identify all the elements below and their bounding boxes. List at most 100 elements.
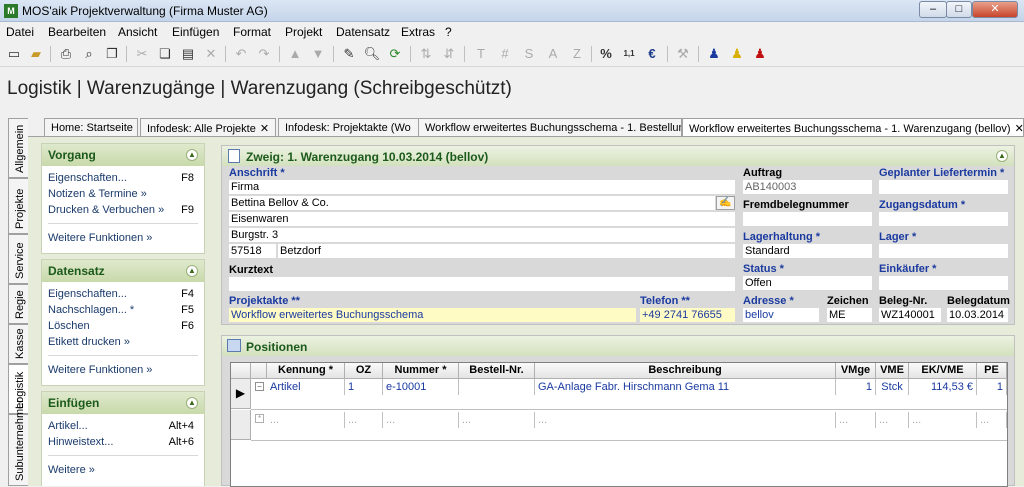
sidebar-item-notizen[interactable]: Notizen & Termine » <box>48 188 147 200</box>
user-yellow-icon[interactable]: ♟ <box>728 45 746 63</box>
sidebar-section-title[interactable]: Einfügen ▲ <box>42 392 204 414</box>
cell-nummer-placeholder[interactable]: ... <box>383 412 459 428</box>
tab-alle-projekte[interactable]: Infodesk: Alle Projekte ✕ <box>140 118 276 136</box>
cell-beschreibung-placeholder[interactable]: ... <box>535 412 836 428</box>
menu-projekt[interactable]: Projekt <box>285 25 322 39</box>
cell-vmge[interactable]: 1 <box>836 379 876 395</box>
column-header-bestellnr[interactable]: Bestell-Nr. <box>459 363 535 379</box>
projektakte-field[interactable]: Workflow erweitertes Buchungsschema <box>229 308 636 322</box>
column-header-ek[interactable]: EK/VME <box>909 363 977 379</box>
currency-icon[interactable]: € <box>643 45 661 63</box>
sidebar-item-hinweistext[interactable]: Hinweistext... <box>48 436 113 448</box>
copy-page-icon[interactable]: ❐ <box>103 45 121 63</box>
copy-icon[interactable]: ❏ <box>156 45 174 63</box>
sidebar-item-weitere[interactable]: Weitere » <box>48 464 95 476</box>
delete-icon[interactable]: ✕ <box>202 45 220 63</box>
sidebar-section-title[interactable]: Vorgang ▲ <box>42 144 204 166</box>
print-icon[interactable]: ⎙ <box>57 45 75 63</box>
sidebar-item-weitere-funktionen[interactable]: Weitere Funktionen » <box>48 364 152 376</box>
paste-icon[interactable]: ▤ <box>179 45 197 63</box>
sort-ascending-icon[interactable]: ⇅ <box>417 45 435 63</box>
disabled-tool-icon[interactable]: ⚒ <box>674 45 692 63</box>
cell-pe-placeholder[interactable]: ... <box>977 412 1007 428</box>
format-s-icon[interactable]: S <box>520 45 538 63</box>
format-text-icon[interactable]: T <box>472 45 490 63</box>
move-up-icon[interactable]: ▲ <box>286 45 304 63</box>
belegnr-field[interactable]: WZ140001 <box>879 308 941 322</box>
minimize-button[interactable]: – <box>919 1 947 18</box>
cell-nummer[interactable]: e-10001 <box>383 379 459 395</box>
menu-format[interactable]: Format <box>233 25 271 39</box>
belegdatum-field[interactable]: 10.03.2014 <box>947 308 1008 322</box>
move-down-icon[interactable]: ▼ <box>309 45 327 63</box>
row-selector-arrow-icon[interactable]: ▶ <box>231 379 251 409</box>
format-z-icon[interactable]: Z <box>568 45 586 63</box>
cell-vmge-placeholder[interactable]: ... <box>836 412 876 428</box>
tab-warenzugang[interactable]: Workflow erweitertes Buchungsschema - 1.… <box>682 118 1024 136</box>
cut-icon[interactable]: ✂ <box>133 45 151 63</box>
cell-beschreibung[interactable]: GA-Anlage Fabr. Hirschmann Gema 11 <box>535 379 836 395</box>
tab-close-icon[interactable]: ✕ <box>260 123 269 135</box>
sidebar-item-etikett[interactable]: Etikett drucken » <box>48 336 130 348</box>
vtab-subunternehmer[interactable]: Subunternehmer <box>8 399 28 486</box>
vtab-kasse[interactable]: Kasse <box>8 324 28 364</box>
cell-ek[interactable]: 114,53 € <box>909 379 977 395</box>
decimal-format-icon[interactable]: 1,1 <box>620 45 638 63</box>
collapse-icon[interactable]: ▲ <box>186 149 198 161</box>
percent-icon[interactable]: % <box>597 45 615 63</box>
cell-kennung-placeholder[interactable]: ... <box>267 412 345 428</box>
print-preview-icon[interactable]: ⌕ <box>80 45 98 63</box>
cell-ek-placeholder[interactable]: ... <box>909 412 977 428</box>
undo-icon[interactable]: ↶ <box>232 45 250 63</box>
collapse-icon[interactable]: ▲ <box>186 265 198 277</box>
kurztext-field[interactable] <box>229 277 735 291</box>
new-row-icon[interactable]: * <box>255 414 264 423</box>
tab-projektakte[interactable]: Infodesk: Projektakte (Wo <box>278 118 420 136</box>
einkaeufer-field[interactable] <box>879 276 1008 290</box>
column-header-oz[interactable]: OZ <box>345 363 383 379</box>
sidebar-item-nachschlagen[interactable]: Nachschlagen... * <box>48 304 134 316</box>
lagerhaltung-field[interactable]: Standard <box>743 244 872 258</box>
menu-bearbeiten[interactable]: Bearbeiten <box>48 25 106 39</box>
tab-close-icon[interactable]: ✕ <box>1015 123 1023 135</box>
plz-field[interactable]: 57518 <box>229 244 276 258</box>
cell-pe[interactable]: 1 <box>977 379 1007 395</box>
telefon-field[interactable]: +49 2741 76655 <box>640 308 735 322</box>
cell-oz[interactable]: 1 <box>345 379 383 395</box>
fremdbeleg-field[interactable] <box>743 212 872 226</box>
cell-vme-placeholder[interactable]: ... <box>876 412 909 428</box>
signature-button[interactable]: ✍ <box>716 196 735 210</box>
anschrift-line-3[interactable]: Eisenwaren <box>229 212 735 226</box>
menu-help[interactable]: ? <box>445 25 452 39</box>
refresh-icon[interactable]: ⟳ <box>386 45 404 63</box>
sidebar-item-eigenschaften[interactable]: Eigenschaften... <box>48 172 127 184</box>
vtab-projekte[interactable]: Projekte <box>8 178 28 234</box>
tab-home[interactable]: Home: Startseite <box>44 118 138 136</box>
row-selector[interactable] <box>231 410 251 440</box>
sidebar-item-eigenschaften[interactable]: Eigenschaften... <box>48 288 127 300</box>
redo-icon[interactable]: ↷ <box>255 45 273 63</box>
expand-row-icon[interactable]: − <box>255 382 264 391</box>
collapse-icon[interactable]: ▲ <box>996 150 1008 162</box>
format-a-icon[interactable]: A <box>544 45 562 63</box>
new-document-icon[interactable]: ▭ <box>5 45 23 63</box>
zeichen-field[interactable]: ME <box>827 308 872 322</box>
edit-pencil-icon[interactable]: ✎ <box>340 45 358 63</box>
sort-descending-icon[interactable]: ⇵ <box>440 45 458 63</box>
sidebar-item-drucken[interactable]: Drucken & Verbuchen » <box>48 204 164 216</box>
zugangsdatum-field[interactable] <box>879 212 1008 226</box>
adresse-field[interactable]: bellov <box>743 308 819 322</box>
cell-bestellnr[interactable] <box>459 379 535 395</box>
vtab-allgemein[interactable]: Allgemein <box>8 118 28 178</box>
cell-bestellnr-placeholder[interactable]: ... <box>459 412 535 428</box>
liefertermin-field[interactable] <box>879 180 1008 194</box>
column-header-beschreibung[interactable]: Beschreibung <box>535 363 836 379</box>
status-field[interactable]: Offen <box>743 276 872 290</box>
close-button[interactable]: ✕ <box>972 1 1018 18</box>
sidebar-item-artikel[interactable]: Artikel... <box>48 420 88 432</box>
user-blue-icon[interactable]: ♟ <box>705 45 723 63</box>
format-number-icon[interactable]: # <box>496 45 514 63</box>
cell-kennung[interactable]: Artikel <box>267 379 345 395</box>
cell-oz-placeholder[interactable]: ... <box>345 412 383 428</box>
vtab-service[interactable]: Service <box>8 234 28 284</box>
